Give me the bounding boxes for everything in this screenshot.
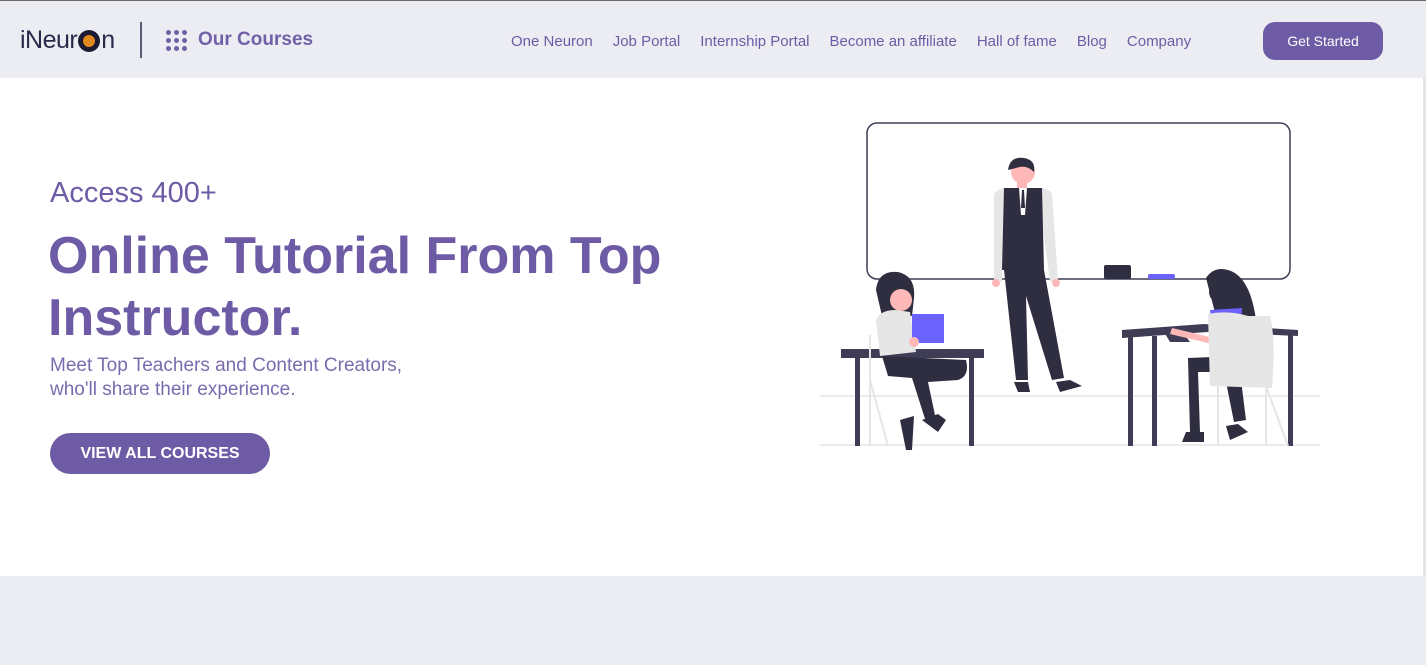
our-courses-menu[interactable]: Our Courses <box>166 27 313 53</box>
nav-internship-portal[interactable]: Internship Portal <box>700 33 809 50</box>
nav-job-portal[interactable]: Job Portal <box>613 33 681 50</box>
view-all-courses-button[interactable]: VIEW ALL COURSES <box>50 433 270 474</box>
nav-company[interactable]: Company <box>1127 33 1191 50</box>
nav-hall-of-fame[interactable]: Hall of fame <box>977 33 1057 50</box>
grid-dots-icon <box>166 29 187 51</box>
logo-text-start: iNeur <box>20 25 78 54</box>
logo-text-end: n <box>101 25 115 54</box>
ineuron-logo[interactable]: iNeur n <box>20 23 115 57</box>
classroom-illustration <box>820 122 1320 450</box>
logo-divider <box>140 22 142 58</box>
main-nav: One Neuron Job Portal Internship Portal … <box>511 32 1211 50</box>
hero-eyebrow: Access 400+ <box>50 177 217 209</box>
hero-headline: Online Tutorial From Top Instructor. <box>48 225 768 349</box>
site-header: iNeur n Our Courses One Neuron Job Portal… <box>0 1 1426 78</box>
left-student-figure <box>876 271 967 450</box>
nav-one-neuron[interactable]: One Neuron <box>511 33 593 50</box>
logo-o-icon <box>78 30 101 52</box>
right-student-figure <box>1170 269 1289 447</box>
headline-line-1: Online Tutorial From Top <box>48 227 662 285</box>
subtext-line-1: Meet Top Teachers and Content Creators, <box>50 355 403 376</box>
hero-subtext: Meet Top Teachers and Content Creators, … <box>50 354 490 402</box>
nav-become-affiliate[interactable]: Become an affiliate <box>830 33 957 50</box>
our-courses-label: Our Courses <box>198 29 314 50</box>
hero-section: Access 400+ Online Tutorial From Top Ins… <box>0 78 1423 576</box>
get-started-button[interactable]: Get Started <box>1263 22 1383 60</box>
nav-blog[interactable]: Blog <box>1077 33 1107 50</box>
headline-line-2: Instructor. <box>48 289 303 347</box>
subtext-line-2: who'll share their experience. <box>50 379 296 400</box>
